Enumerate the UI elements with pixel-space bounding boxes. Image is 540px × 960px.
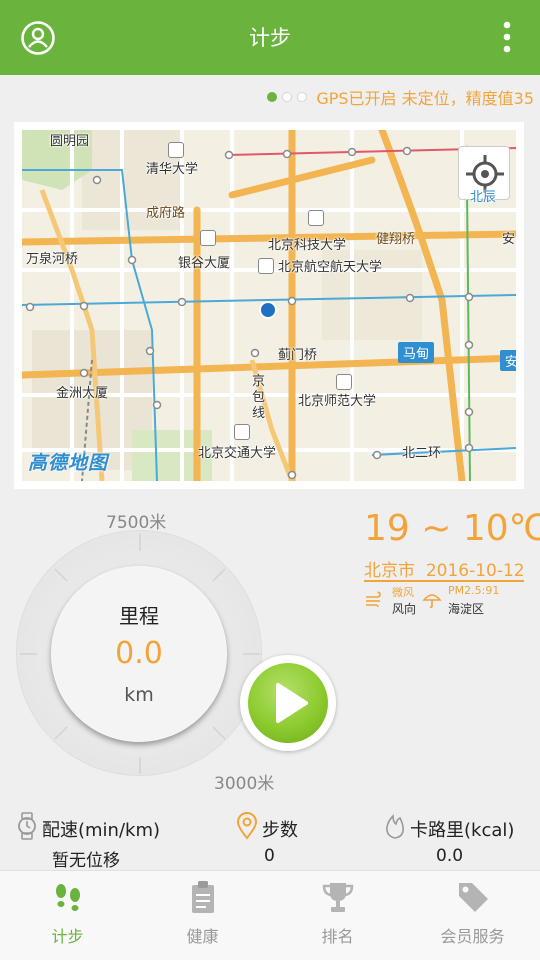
calories-label: 卡路里(kcal) xyxy=(410,819,515,841)
steps-header: 步数 xyxy=(236,812,298,845)
map-label: 万泉河桥 xyxy=(26,252,79,267)
map-card: 圆明园 清华大学 成府路 万泉河桥 银谷大厦 北京科技大学 健翔桥 安 北京航空… xyxy=(14,122,524,489)
fire-icon xyxy=(384,812,406,845)
page-dot-active xyxy=(267,92,278,102)
wind-icon xyxy=(364,590,384,610)
page-title: 计步 xyxy=(249,26,291,50)
school-icon xyxy=(336,374,352,390)
map-logo: 高德地图 xyxy=(28,452,109,474)
clipboard-icon xyxy=(185,879,221,915)
map-label: 北辰 xyxy=(470,190,497,205)
map-label: 健翔桥 xyxy=(376,232,416,247)
play-icon[interactable] xyxy=(248,663,328,743)
dial-title: 里程 xyxy=(119,604,159,628)
building-icon xyxy=(200,230,216,246)
map-label: 北京航空航天大学 xyxy=(278,260,383,275)
city-date: 北京市 2016-10-12 xyxy=(364,556,525,581)
calories-header: 卡路里(kcal) xyxy=(384,812,514,845)
school-icon xyxy=(168,142,184,158)
app-header: 计步 xyxy=(0,0,540,75)
map-label: 圆明园 xyxy=(50,134,90,149)
school-icon xyxy=(308,210,324,226)
map-road-badge: 安 xyxy=(500,350,516,371)
map-label: 成府路 xyxy=(146,206,186,221)
map-label: 安 xyxy=(502,232,516,247)
map-roads xyxy=(22,130,516,481)
temperature-range: 19 ~ 10℃ xyxy=(364,508,540,549)
tag-icon xyxy=(455,879,491,915)
district-label: 海淀区 xyxy=(448,602,485,616)
start-button[interactable] xyxy=(240,655,336,751)
map-road-badge: 马甸 xyxy=(398,342,435,363)
tab-label: 排名 xyxy=(321,927,354,946)
tab-pedometer[interactable]: 计步 xyxy=(0,871,135,960)
map-label: 京包线 xyxy=(252,374,266,421)
calories-value: 0.0 xyxy=(436,846,464,866)
page-dot xyxy=(297,92,308,102)
wind-value: 微风 xyxy=(392,586,414,599)
divider xyxy=(364,580,524,582)
map-label: 北京科技大学 xyxy=(268,238,347,253)
steps-label: 步数 xyxy=(262,819,298,841)
map-label: 北二环 xyxy=(402,446,442,461)
distance-unit: km xyxy=(124,684,154,706)
map-label: 银谷大厦 xyxy=(178,256,231,271)
map-label: 金洲大厦 xyxy=(56,386,109,401)
tab-ranking[interactable]: 排名 xyxy=(270,871,405,960)
trophy-icon xyxy=(320,879,356,915)
footprints-icon xyxy=(50,879,86,915)
watch-icon xyxy=(16,812,38,845)
bottom-nav: 计步 健康 排名 会员服务 xyxy=(0,870,540,960)
school-icon xyxy=(234,424,250,440)
umbrella-icon xyxy=(422,590,442,610)
map-label: 清华大学 xyxy=(146,162,199,177)
gps-status-text: GPS已开启 未定位，精度值35 xyxy=(316,89,534,108)
distance-value: 0.0 xyxy=(115,636,163,671)
map-label: 北京师范大学 xyxy=(298,394,377,409)
page-dot xyxy=(282,92,293,102)
tab-health[interactable]: 健康 xyxy=(135,871,270,960)
city-name: 北京市 xyxy=(364,561,415,581)
pace-header: 配速(min/km) xyxy=(16,812,160,845)
tab-label: 健康 xyxy=(186,927,219,946)
weather-date: 2016-10-12 xyxy=(425,561,525,581)
tab-membership[interactable]: 会员服务 xyxy=(405,871,540,960)
more-vertical-icon[interactable] xyxy=(500,20,514,56)
tab-label: 计步 xyxy=(51,927,84,946)
map-label: 蓟门桥 xyxy=(278,348,318,363)
map-view[interactable]: 圆明园 清华大学 成府路 万泉河桥 银谷大厦 北京科技大学 健翔桥 安 北京航空… xyxy=(22,130,516,481)
gps-status-row: GPS已开启 未定位，精度值35 xyxy=(267,86,534,108)
map-label: 北京交通大学 xyxy=(198,446,277,461)
tab-label: 会员服务 xyxy=(440,927,505,946)
location-pin-icon xyxy=(236,812,258,845)
school-icon xyxy=(258,258,274,274)
pace-label: 配速(min/km) xyxy=(42,819,161,841)
pm25-value: PM2.5:91 xyxy=(448,584,500,597)
pace-value: 暂无位移 xyxy=(52,851,120,871)
dial-bottom-label: 3000米 xyxy=(214,774,275,794)
wind-label: 风向 xyxy=(392,602,417,616)
steps-value: 0 xyxy=(264,846,275,866)
